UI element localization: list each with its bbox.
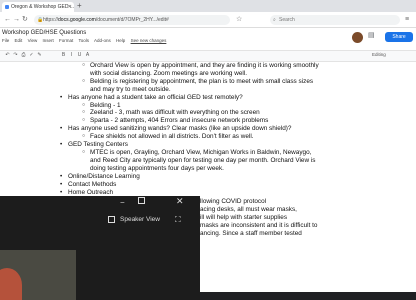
- new-tab-icon[interactable]: +: [77, 1, 82, 10]
- back-icon[interactable]: ←: [4, 15, 11, 25]
- share-button[interactable]: Share: [385, 32, 413, 42]
- reload-icon[interactable]: ↻: [22, 15, 28, 25]
- menu-addons[interactable]: Add-ons: [94, 38, 111, 43]
- document-line: Online/Distance Learning: [60, 173, 340, 181]
- tab-strip: Oregon & Workshop GED ... ✕ +: [0, 0, 416, 12]
- print-icon[interactable]: ⎙: [20, 52, 27, 59]
- editing-mode-dropdown[interactable]: Editing: [372, 52, 386, 57]
- menu-help[interactable]: Help: [116, 38, 125, 43]
- document-line: ill will help with starter supplies: [200, 214, 288, 221]
- docs-menu-bar: File Edit View Insert Format Tools Add-o…: [2, 38, 170, 43]
- participant-video[interactable]: [0, 250, 76, 300]
- document-title[interactable]: Workshop GED/HSE Questions: [2, 30, 86, 36]
- docs-favicon-icon: [5, 5, 9, 9]
- comment-icon[interactable]: ▤: [368, 31, 375, 39]
- zoom-meeting-window: − ✕ Speaker View ⛶: [0, 196, 200, 300]
- menu-edit[interactable]: Edit: [15, 38, 23, 43]
- bold-icon[interactable]: B: [60, 52, 67, 59]
- address-bar[interactable]: 🔒 https://docs.google.com/document/d/7OM…: [34, 15, 230, 25]
- url-host: docs.google.com: [58, 17, 96, 23]
- maximize-icon[interactable]: [138, 197, 145, 204]
- document-line: GED Testing Centers: [60, 141, 340, 149]
- url-prefix: https://: [43, 17, 59, 23]
- document-line: masks are inconsistent and it is difficu…: [200, 222, 318, 229]
- url-path: /document/d/7OMPr_2HY.../edit#: [95, 17, 169, 23]
- document-line: and Reed City are typically open for tes…: [90, 156, 316, 164]
- docs-toolbar: ↶ ↷ ⎙ ✓ ✎ B I U A Editing: [0, 50, 416, 62]
- document-line: llowing COVID protocol: [200, 198, 267, 205]
- document-line: Has anyone had a student take an officia…: [60, 94, 340, 102]
- document-line: acing desks, all must wear masks,: [200, 206, 297, 213]
- menu-tools[interactable]: Tools: [78, 38, 89, 43]
- document-line: and may try to meet outside.: [90, 85, 171, 93]
- search-placeholder: Search: [279, 17, 295, 23]
- participant-avatar: [0, 268, 22, 300]
- document-line: Zeeland - 3, math was difficult with eve…: [60, 109, 340, 117]
- bookmark-star-icon[interactable]: ☆: [236, 15, 242, 25]
- minimize-icon[interactable]: −: [120, 198, 125, 207]
- navigation-bar: ← → ↻ 🔒 https://docs.google.com/document…: [0, 12, 416, 28]
- browser-tab[interactable]: Oregon & Workshop GED ... ✕: [2, 2, 74, 12]
- search-input[interactable]: ⌕ Search: [270, 15, 400, 25]
- document-line: Belding is registering by appointment, t…: [60, 78, 340, 86]
- docs-header: Workshop GED/HSE Questions File Edit Vie…: [0, 28, 416, 50]
- avatar[interactable]: [352, 32, 363, 43]
- forward-icon[interactable]: →: [13, 15, 20, 25]
- menu-insert[interactable]: Insert: [43, 38, 54, 43]
- document-line: with social distancing. Zoom meetings ar…: [90, 69, 247, 77]
- search-icon: ⌕: [273, 17, 276, 23]
- zoom-title-bar: − ✕ Speaker View ⛶: [0, 196, 200, 232]
- document-line: Belding - 1: [60, 102, 340, 110]
- italic-icon[interactable]: I: [68, 52, 75, 59]
- undo-icon[interactable]: ↶: [4, 52, 11, 59]
- speaker-view-icon[interactable]: [108, 216, 115, 223]
- fullscreen-icon[interactable]: ⛶: [175, 215, 181, 225]
- see-new-changes-link[interactable]: See new changes: [131, 38, 167, 43]
- document-body: Orchard View is open by appointment, and…: [60, 62, 340, 196]
- document-continuation: llowing COVID protocol acing desks, all …: [200, 196, 416, 300]
- close-icon[interactable]: ✕: [176, 196, 184, 207]
- tab-title: Oregon & Workshop GED ...: [11, 4, 74, 10]
- document-line: ancing. Since a staff member tested: [200, 230, 302, 237]
- document-line: MTEC is open, Grayling, Orchard View, Mi…: [60, 149, 340, 157]
- spellcheck-icon[interactable]: ✓: [28, 52, 35, 59]
- underline-icon[interactable]: U: [76, 52, 83, 59]
- document-line: Sparta - 2 attempts, 404 Errors and inse…: [60, 117, 340, 125]
- menu-view[interactable]: View: [28, 38, 38, 43]
- document-line: Contact Methods: [60, 181, 340, 189]
- document-line: doing testing appointments four days per…: [90, 164, 224, 172]
- document-line: Has anyone used sanitizing wands? Clear …: [60, 125, 340, 133]
- tab-close-icon[interactable]: ✕: [68, 2, 72, 12]
- document-line: Face shields not allowed in all district…: [60, 133, 340, 141]
- speaker-view-button[interactable]: Speaker View: [120, 216, 160, 223]
- text-color-icon[interactable]: A: [84, 52, 91, 59]
- lock-icon: 🔒: [37, 17, 44, 23]
- menu-format[interactable]: Format: [59, 38, 73, 43]
- paint-format-icon[interactable]: ✎: [36, 52, 43, 59]
- document-line: Orchard View is open by appointment, and…: [60, 62, 340, 70]
- redo-icon[interactable]: ↷: [12, 52, 19, 59]
- menu-icon[interactable]: ≡: [405, 15, 409, 25]
- menu-file[interactable]: File: [2, 38, 9, 43]
